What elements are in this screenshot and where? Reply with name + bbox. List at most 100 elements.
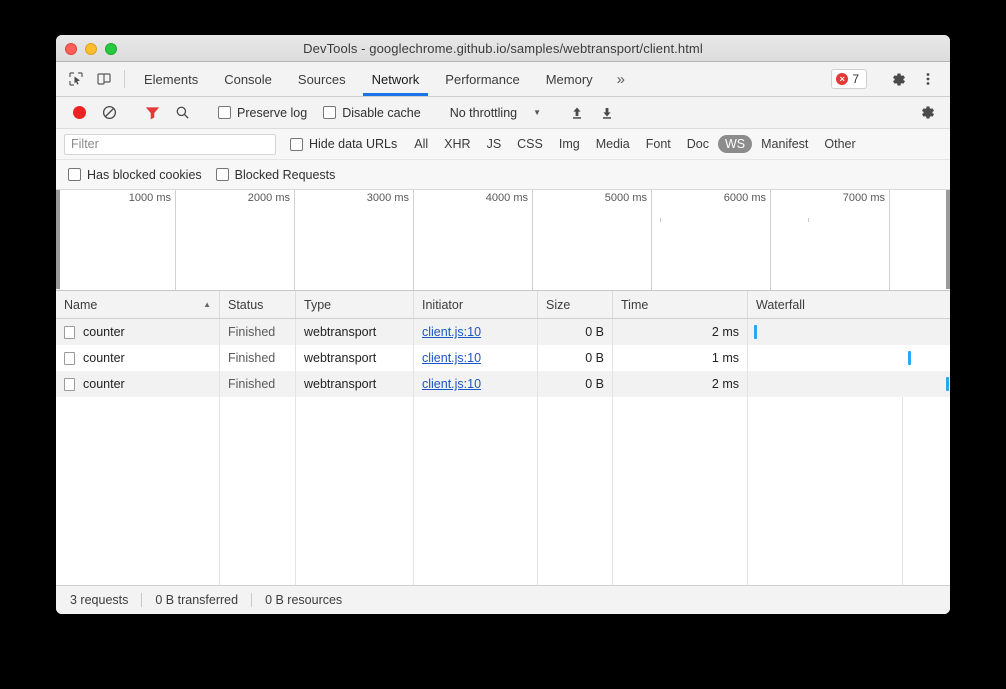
cell-time: 2 ms bbox=[613, 319, 748, 345]
overview-tick-label: 4000 ms bbox=[486, 192, 532, 204]
column-header-initiator[interactable]: Initiator bbox=[414, 291, 538, 318]
type-filter-img[interactable]: Img bbox=[552, 135, 587, 153]
overview-tick-label: 2000 ms bbox=[248, 192, 294, 204]
tab-memory[interactable]: Memory bbox=[533, 62, 606, 96]
overview-right-handle[interactable] bbox=[946, 190, 950, 289]
initiator-link[interactable]: client.js:10 bbox=[422, 325, 481, 339]
disable-cache-checkbox[interactable]: Disable cache bbox=[323, 106, 421, 120]
inspect-cursor-icon[interactable] bbox=[62, 62, 90, 96]
minimize-window-button[interactable] bbox=[85, 43, 97, 55]
devtools-tabstrip: Elements Console Sources Network Perform… bbox=[56, 62, 950, 97]
column-header-name[interactable]: Name ▲ bbox=[56, 291, 220, 318]
record-icon bbox=[73, 106, 86, 119]
type-filter-other[interactable]: Other bbox=[817, 135, 862, 153]
overview-gridline bbox=[413, 190, 414, 290]
overview-gridline bbox=[770, 190, 771, 290]
panel-tabs: Elements Console Sources Network Perform… bbox=[131, 62, 636, 96]
initiator-link[interactable]: client.js:10 bbox=[422, 377, 481, 391]
cell-initiator: client.js:10 bbox=[414, 371, 538, 397]
request-document-icon bbox=[64, 326, 75, 339]
type-filter-all[interactable]: All bbox=[407, 135, 435, 153]
column-label: Initiator bbox=[422, 298, 463, 312]
hide-data-urls-label: Hide data URLs bbox=[309, 137, 397, 151]
close-window-button[interactable] bbox=[65, 43, 77, 55]
search-button[interactable] bbox=[167, 100, 197, 126]
network-filter-bar-secondary: Has blocked cookies Blocked Requests bbox=[56, 160, 950, 190]
column-label: Time bbox=[621, 298, 648, 312]
overview-left-handle[interactable] bbox=[56, 190, 60, 289]
table-empty-area bbox=[56, 397, 950, 585]
cell-size: 0 B bbox=[538, 319, 613, 345]
cell-status: Finished bbox=[220, 371, 296, 397]
error-count: 7 bbox=[852, 72, 859, 86]
more-tabs-button[interactable]: » bbox=[606, 62, 636, 96]
column-header-status[interactable]: Status bbox=[220, 291, 296, 318]
tab-network[interactable]: Network bbox=[359, 62, 433, 96]
preserve-log-checkbox[interactable]: Preserve log bbox=[218, 106, 307, 120]
request-name: counter bbox=[83, 325, 125, 339]
table-header-row: Name ▲ Status Type Initiator Size Time W… bbox=[56, 291, 950, 319]
window-controls bbox=[65, 43, 117, 55]
column-header-waterfall[interactable]: Waterfall bbox=[748, 291, 950, 318]
clear-button[interactable] bbox=[94, 100, 124, 126]
overview-tick-label: 1000 ms bbox=[129, 192, 175, 204]
type-filter-xhr[interactable]: XHR bbox=[437, 135, 477, 153]
cell-initiator: client.js:10 bbox=[414, 345, 538, 371]
cell-type: webtransport bbox=[296, 345, 414, 371]
cell-waterfall bbox=[748, 371, 950, 397]
tab-performance[interactable]: Performance bbox=[432, 62, 532, 96]
table-row[interactable]: counter Finished webtransport client.js:… bbox=[56, 371, 950, 397]
column-label: Waterfall bbox=[756, 298, 805, 312]
devtools-window: DevTools - googlechrome.github.io/sample… bbox=[56, 35, 950, 614]
network-filter-bar: Hide data URLs All XHR JS CSS Img Media … bbox=[56, 129, 950, 160]
table-row[interactable]: counter Finished webtransport client.js:… bbox=[56, 345, 950, 371]
tab-label: Sources bbox=[298, 72, 346, 87]
tab-sources[interactable]: Sources bbox=[285, 62, 359, 96]
gear-icon[interactable] bbox=[884, 71, 912, 88]
table-body: counter Finished webtransport client.js:… bbox=[56, 319, 950, 585]
sort-ascending-icon: ▲ bbox=[203, 300, 211, 309]
cell-status: Finished bbox=[220, 345, 296, 371]
type-filter-doc[interactable]: Doc bbox=[680, 135, 716, 153]
throttling-select[interactable]: No throttling ▼ bbox=[450, 106, 541, 120]
filter-button[interactable] bbox=[137, 100, 167, 126]
table-row[interactable]: counter Finished webtransport client.js:… bbox=[56, 319, 950, 345]
type-filter-manifest[interactable]: Manifest bbox=[754, 135, 815, 153]
import-har-button[interactable] bbox=[562, 100, 592, 126]
kebab-menu-icon[interactable] bbox=[914, 71, 942, 87]
checkbox-box bbox=[216, 168, 229, 181]
has-blocked-cookies-label: Has blocked cookies bbox=[87, 168, 202, 182]
filter-input[interactable] bbox=[64, 134, 276, 155]
column-label: Type bbox=[304, 298, 331, 312]
error-count-badge[interactable]: × 7 bbox=[831, 69, 867, 89]
maximize-window-button[interactable] bbox=[105, 43, 117, 55]
tab-elements[interactable]: Elements bbox=[131, 62, 211, 96]
export-har-button[interactable] bbox=[592, 100, 622, 126]
column-header-type[interactable]: Type bbox=[296, 291, 414, 318]
blocked-requests-checkbox[interactable]: Blocked Requests bbox=[216, 168, 336, 182]
initiator-link[interactable]: client.js:10 bbox=[422, 351, 481, 365]
network-request-table: Name ▲ Status Type Initiator Size Time W… bbox=[56, 291, 950, 585]
type-filter-media[interactable]: Media bbox=[589, 135, 637, 153]
network-overview-timeline[interactable]: 1000 ms2000 ms3000 ms4000 ms5000 ms6000 … bbox=[56, 190, 950, 291]
column-header-time[interactable]: Time bbox=[613, 291, 748, 318]
hide-data-urls-checkbox[interactable]: Hide data URLs bbox=[290, 137, 397, 151]
type-filter-font[interactable]: Font bbox=[639, 135, 678, 153]
has-blocked-cookies-checkbox[interactable]: Has blocked cookies bbox=[68, 168, 202, 182]
record-button[interactable] bbox=[64, 100, 94, 126]
overview-tick-label: 3000 ms bbox=[367, 192, 413, 204]
resources-size: 0 B resources bbox=[265, 593, 342, 607]
tab-console[interactable]: Console bbox=[211, 62, 285, 96]
cell-initiator: client.js:10 bbox=[414, 319, 538, 345]
device-toolbar-icon[interactable] bbox=[90, 62, 118, 96]
type-filter-css[interactable]: CSS bbox=[510, 135, 550, 153]
column-header-size[interactable]: Size bbox=[538, 291, 613, 318]
network-settings-button[interactable] bbox=[912, 100, 942, 126]
request-document-icon bbox=[64, 378, 75, 391]
request-document-icon bbox=[64, 352, 75, 365]
window-titlebar: DevTools - googlechrome.github.io/sample… bbox=[56, 35, 950, 62]
tab-label: Performance bbox=[445, 72, 519, 87]
type-filter-js[interactable]: JS bbox=[480, 135, 509, 153]
type-filter-ws[interactable]: WS bbox=[718, 135, 752, 153]
cell-size: 0 B bbox=[538, 345, 613, 371]
